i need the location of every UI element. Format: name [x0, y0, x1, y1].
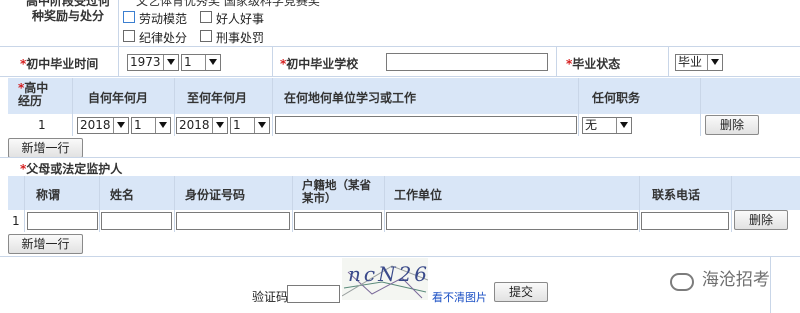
divider-v [770, 256, 771, 313]
experience-from-year-select[interactable]: 2018 [77, 117, 129, 134]
guardian-row-index: 1 [12, 214, 20, 228]
checkbox-discipline-label: 纪律处分 [139, 31, 188, 45]
guardian-id-input[interactable] [176, 212, 290, 230]
divider-v [272, 78, 273, 136]
guardian-header-title: 称谓 [36, 188, 61, 202]
chevron-down-icon [707, 55, 722, 70]
checkbox-labor-model-label: 劳动模范 [139, 12, 188, 26]
divider-v [578, 78, 579, 136]
experience-header-history: *高中经历 [18, 81, 49, 108]
awards-row0-text: 文艺体育优秀奖 国家级科学竞赛奖 [136, 0, 320, 8]
divider-v [99, 176, 100, 232]
guardian-employer-input[interactable] [386, 212, 638, 230]
captcha-image-text: ncN26 [348, 262, 431, 286]
chevron-down-icon [113, 118, 128, 133]
chevron-down-icon [254, 118, 269, 133]
junior-school-label: *初中毕业学校 [280, 57, 359, 71]
guardian-header-id: 身份证号码 [185, 188, 246, 202]
experience-to-year-select[interactable]: 2018 [176, 117, 228, 134]
divider-top [0, 46, 800, 47]
junior-grad-year-select[interactable]: 1973 [127, 54, 179, 71]
checkbox-discipline[interactable] [123, 30, 135, 42]
checkbox-good-deeds[interactable] [200, 11, 212, 23]
checkbox-criminal[interactable] [200, 30, 212, 42]
divider-junior [0, 76, 800, 77]
chevron-down-icon [616, 118, 631, 133]
experience-header-from: 自何年何月 [88, 91, 149, 105]
guardian-phone-input[interactable] [641, 212, 729, 230]
experience-from-month-select[interactable]: 1 [131, 117, 171, 134]
experience-add-row-button[interactable]: 新增一行 [8, 138, 83, 158]
captcha-input[interactable] [287, 285, 340, 303]
divider-v [174, 176, 175, 232]
junior-grad-month-select[interactable]: 1 [181, 54, 221, 71]
guardian-title-input[interactable] [27, 212, 98, 230]
experience-place-input[interactable] [275, 116, 577, 134]
awards-label-line2: 种奖励与处分 [31, 9, 104, 23]
divider-v [174, 78, 175, 136]
guardian-name-input[interactable] [101, 212, 172, 230]
awards-label-line1: 高中阶段受过何 [25, 0, 110, 8]
experience-to-month-select[interactable]: 1 [230, 117, 270, 134]
experience-position-select[interactable]: 无 [582, 117, 632, 134]
divider-v [556, 46, 557, 76]
divider-v [24, 176, 25, 232]
watermark-text: 海沧招考 [701, 270, 770, 290]
divider-v [668, 46, 669, 76]
watermark: 海沧招考 [670, 265, 770, 291]
chevron-down-icon [212, 118, 227, 133]
wechat-icon [670, 272, 694, 291]
divider-guardian [0, 256, 800, 257]
guardian-section-title: *父母或法定监护人 [20, 162, 123, 176]
experience-header-to: 至何年何月 [187, 91, 248, 105]
checkbox-labor-model[interactable] [123, 11, 135, 23]
captcha-label: 验证码 [252, 290, 289, 304]
divider-v [731, 176, 732, 232]
divider-v [700, 78, 701, 136]
divider-v [272, 46, 273, 76]
guardian-header-hukou: 户籍地（某省某市） [302, 178, 371, 205]
grad-status-select[interactable]: 毕业 [675, 54, 723, 71]
guardian-header-name: 姓名 [110, 188, 135, 202]
chevron-down-icon [155, 118, 170, 133]
divider-vertical-awards [118, 0, 119, 46]
guardian-delete-button[interactable]: 删除 [734, 210, 788, 230]
experience-header-place: 在何地何单位学习或工作 [284, 91, 417, 105]
divider-v [118, 46, 119, 76]
junior-grad-time-label: *初中毕业时间 [20, 57, 99, 71]
chevron-down-icon [205, 55, 220, 70]
captcha-refresh-link[interactable]: 看不清图片 [432, 289, 487, 305]
guardian-header-phone: 联系电话 [652, 188, 701, 202]
experience-header-position: 任何职务 [592, 91, 641, 105]
guardian-header-employer: 工作单位 [394, 188, 443, 202]
guardian-add-row-button[interactable]: 新增一行 [8, 234, 83, 254]
captcha-submit-button[interactable]: 提交 [494, 282, 548, 302]
divider-v [72, 78, 73, 136]
experience-delete-button[interactable]: 删除 [705, 115, 759, 135]
divider-v [639, 176, 640, 232]
divider-v [384, 176, 385, 232]
grad-status-label: *毕业状态 [566, 57, 621, 71]
checkbox-good-deeds-label: 好人好事 [216, 12, 265, 26]
divider-experience [0, 157, 800, 158]
divider-v [292, 176, 293, 232]
experience-row-index: 1 [38, 118, 46, 132]
junior-school-input[interactable] [386, 53, 548, 71]
awards-label: 高中阶段受过何 种奖励与处分 [18, 0, 118, 24]
guardian-hukou-input[interactable] [294, 212, 382, 230]
chevron-down-icon [163, 55, 178, 70]
captcha-image[interactable]: ncN26 [341, 258, 431, 300]
checkbox-criminal-label: 刑事处罚 [216, 31, 265, 45]
